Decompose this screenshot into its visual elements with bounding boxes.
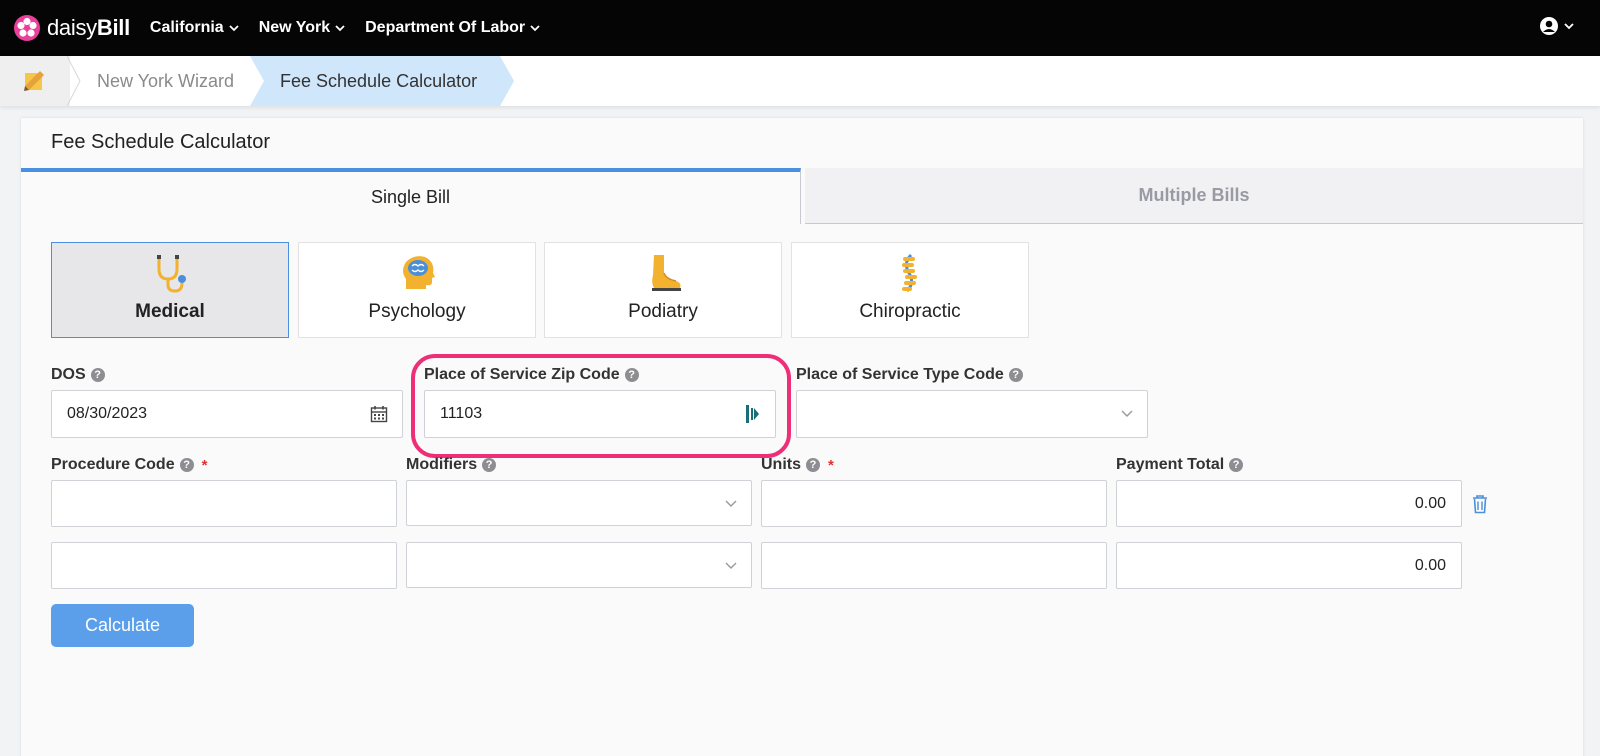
- tab-single-bill[interactable]: Single Bill: [21, 168, 801, 224]
- required-marker: *: [201, 456, 208, 474]
- payment-value: 0.00: [1414, 556, 1446, 574]
- pencil-note-icon: [24, 71, 44, 91]
- foot-icon: [652, 255, 681, 291]
- specialty-medical[interactable]: Medical: [51, 242, 289, 338]
- nav-label: New York: [258, 19, 331, 36]
- calculator-card: Fee Schedule Calculator Single Bill Mult…: [21, 118, 1583, 756]
- units-input[interactable]: [761, 542, 1107, 589]
- trash-icon[interactable]: [1471, 494, 1489, 514]
- payment-value: 0.00: [1414, 494, 1446, 512]
- chevron-down-icon: [725, 562, 737, 569]
- nav-california[interactable]: California: [150, 19, 239, 37]
- user-menu[interactable]: [1539, 16, 1574, 36]
- nav-label: California: [149, 19, 224, 36]
- units-label: Units ? *: [761, 456, 834, 474]
- top-navbar: daisyBill California New York Department…: [0, 0, 1600, 56]
- modifiers-label: Modifiers ?: [406, 456, 497, 474]
- specialty-psychology[interactable]: Psychology: [298, 242, 536, 338]
- chevron-down-icon: [725, 500, 737, 507]
- user-circle-icon: [1540, 17, 1558, 35]
- brand-name: daisyBill: [47, 15, 130, 40]
- brand-logo[interactable]: daisyBill: [13, 14, 130, 42]
- stethoscope-icon: [157, 255, 186, 293]
- payment-total-label: Payment Total ?: [1116, 456, 1244, 474]
- dos-value: 08/30/2023: [67, 405, 148, 422]
- tab-multiple-bills[interactable]: Multiple Bills: [805, 168, 1583, 224]
- specialty-label: Psychology: [368, 301, 466, 322]
- breadcrumb-fee-schedule-calculator: Fee Schedule Calculator: [280, 71, 478, 91]
- help-icon[interactable]: ?: [90, 368, 105, 382]
- specialty-label: Podiatry: [628, 301, 698, 322]
- units-input[interactable]: [761, 480, 1107, 527]
- chevron-down-icon: [335, 24, 345, 31]
- calendar-icon[interactable]: [370, 405, 388, 423]
- procedure-label-text: Procedure Code: [51, 456, 175, 473]
- zip-code-highlight: [411, 354, 791, 458]
- breadcrumb-separator: [66, 56, 81, 106]
- modifiers-select[interactable]: [406, 480, 752, 526]
- specialty-podiatry[interactable]: Podiatry: [544, 242, 782, 338]
- breadcrumb-home[interactable]: [0, 56, 70, 106]
- help-icon[interactable]: ?: [806, 458, 820, 472]
- help-icon[interactable]: ?: [1229, 458, 1244, 472]
- procedure-code-input[interactable]: [51, 480, 397, 527]
- specialty-label: Medical: [135, 301, 205, 322]
- help-icon[interactable]: ?: [1008, 368, 1023, 382]
- dos-input[interactable]: 08/30/2023: [51, 390, 403, 438]
- help-icon[interactable]: ?: [482, 458, 497, 472]
- specialty-label: Chiropractic: [859, 301, 961, 322]
- breadcrumb-new-york-wizard[interactable]: New York Wizard: [97, 71, 234, 92]
- chevron-down-icon: [1121, 410, 1133, 417]
- payment-total-input[interactable]: 0.00: [1116, 480, 1462, 527]
- breadcrumb: New York Wizard Fee Schedule Calculator: [0, 56, 1600, 106]
- chevron-down-icon: [229, 24, 239, 31]
- pos-type-label: Place of Service Type Code ?: [796, 366, 1023, 384]
- daisy-flower-icon: [14, 15, 40, 41]
- dos-label: DOS ?: [51, 366, 105, 384]
- spine-icon: [902, 253, 917, 293]
- specialty-chiropractic[interactable]: Chiropractic: [791, 242, 1029, 338]
- brain-head-icon: [403, 256, 435, 289]
- units-label-text: Units: [761, 456, 801, 473]
- help-icon[interactable]: ?: [179, 458, 194, 472]
- procedure-code-input[interactable]: [51, 542, 397, 589]
- payment-total-input[interactable]: 0.00: [1116, 542, 1462, 589]
- pos-type-label-text: Place of Service Type Code: [796, 366, 1004, 383]
- nav-label: Department Of Labor: [365, 19, 526, 36]
- nav-department-of-labor[interactable]: Department Of Labor: [365, 19, 540, 37]
- dos-label-text: DOS: [51, 366, 86, 383]
- card-title: Fee Schedule Calculator: [51, 131, 271, 153]
- modifiers-label-text: Modifiers: [406, 456, 478, 473]
- pos-type-select[interactable]: [796, 390, 1148, 438]
- calculate-button[interactable]: Calculate: [51, 604, 194, 647]
- chevron-down-icon: [1564, 22, 1574, 29]
- required-marker: *: [828, 456, 834, 474]
- chevron-down-icon: [530, 24, 540, 31]
- nav-new-york[interactable]: New York: [259, 19, 345, 37]
- modifiers-select[interactable]: [406, 542, 752, 588]
- payment-label-text: Payment Total: [1116, 456, 1225, 473]
- procedure-code-label: Procedure Code ? *: [51, 456, 207, 474]
